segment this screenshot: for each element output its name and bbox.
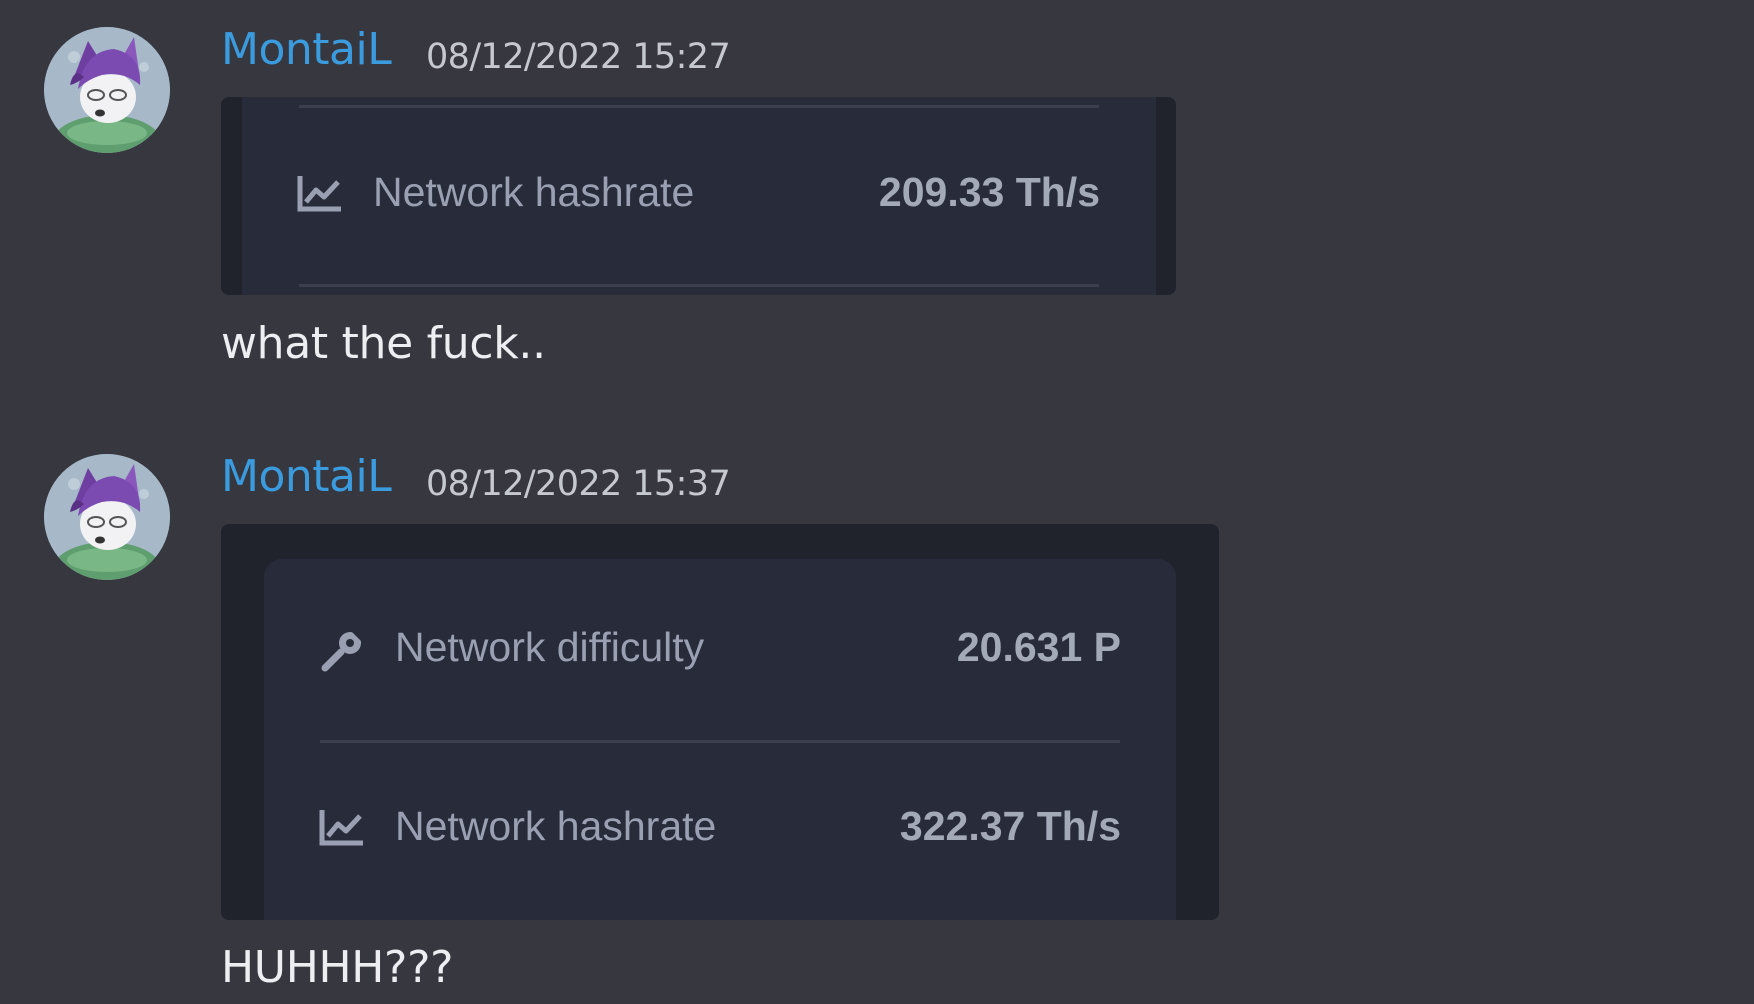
author-name[interactable]: MontaiL	[221, 451, 392, 502]
avatar[interactable]	[44, 27, 170, 153]
wrench-icon	[319, 628, 365, 672]
stat-label: Network hashrate	[373, 169, 695, 215]
message-text: what the fuck..	[221, 318, 546, 369]
avatar-image	[44, 27, 170, 153]
embed-image[interactable]: Network difficulty 20.631 P Network hash…	[221, 524, 1219, 920]
embed-image[interactable]: Network hashrate 209.33 Th/s	[221, 97, 1176, 295]
stat-value: 20.631 P	[956, 624, 1121, 670]
timestamp: 08/12/2022 15:37	[426, 464, 731, 504]
stat-label: Network difficulty	[395, 624, 705, 670]
message-text: HUHHH???	[221, 942, 454, 993]
chart-line-icon	[297, 173, 343, 213]
avatar[interactable]	[44, 454, 170, 580]
chart-line-icon	[319, 807, 365, 847]
author-name[interactable]: MontaiL	[221, 24, 392, 75]
timestamp: 08/12/2022 15:27	[426, 37, 731, 77]
divider	[320, 740, 1120, 743]
stat-label: Network hashrate	[395, 803, 717, 849]
divider	[299, 284, 1099, 287]
divider	[299, 105, 1099, 108]
avatar-image	[44, 454, 170, 580]
stat-value: 322.37 Th/s	[899, 803, 1121, 849]
stat-value: 209.33 Th/s	[878, 169, 1100, 215]
